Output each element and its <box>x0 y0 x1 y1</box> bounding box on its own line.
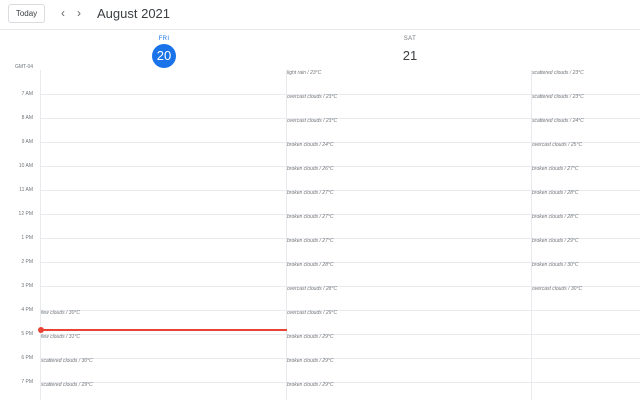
weather-event[interactable]: broken clouds / 29°C <box>287 358 333 364</box>
hour-label: 2 PM <box>21 259 33 265</box>
calendar-toolbar: Today ‹ › August 2021 <box>0 0 640 30</box>
weather-event[interactable]: broken clouds / 28°C <box>532 190 578 196</box>
column-divider <box>40 70 41 400</box>
weather-event[interactable]: broken clouds / 29°C <box>287 382 333 388</box>
weather-event[interactable]: broken clouds / 27°C <box>532 166 578 172</box>
toolbar-divider <box>0 29 640 30</box>
hour-label: 4 PM <box>21 307 33 313</box>
chevron-left-icon[interactable]: ‹ <box>55 5 71 21</box>
hour-label: 5 PM <box>21 331 33 337</box>
weather-event[interactable]: broken clouds / 24°C <box>287 142 333 148</box>
weather-event[interactable]: few clouds / 30°C <box>41 310 80 316</box>
weather-event[interactable]: broken clouds / 27°C <box>287 190 333 196</box>
hour-gridline <box>40 334 640 335</box>
hour-label: 6 PM <box>21 355 33 361</box>
weather-event[interactable]: scattered clouds / 24°C <box>532 118 584 124</box>
weather-event[interactable]: broken clouds / 30°C <box>532 262 578 268</box>
weather-event[interactable]: overcast clouds / 29°C <box>287 310 337 316</box>
day-header-fri: FRI 20 <box>41 36 287 68</box>
weather-event[interactable]: broken clouds / 28°C <box>532 214 578 220</box>
hour-label: 8 AM <box>21 115 33 121</box>
day-number-today[interactable]: 20 <box>152 44 176 68</box>
weather-event[interactable]: overcast clouds / 23°C <box>287 94 337 100</box>
weather-event[interactable]: broken clouds / 26°C <box>287 166 333 172</box>
weather-event[interactable]: light rain / 23°C <box>287 70 321 76</box>
hour-label: 3 PM <box>21 283 33 289</box>
hour-label: 11 AM <box>19 187 33 193</box>
hour-label: 1 PM <box>21 235 33 241</box>
weather-event[interactable]: broken clouds / 27°C <box>287 238 333 244</box>
weather-event[interactable]: few clouds / 31°C <box>41 334 80 340</box>
weather-event[interactable]: scattered clouds / 29°C <box>41 382 93 388</box>
hour-gridline <box>40 358 640 359</box>
month-title: August 2021 <box>97 6 171 21</box>
chevron-right-icon[interactable]: › <box>71 5 87 21</box>
weather-event[interactable]: broken clouds / 29°C <box>287 334 333 340</box>
hour-gridline <box>40 382 640 383</box>
hour-label: 9 AM <box>21 139 33 145</box>
weather-event[interactable]: overcast clouds / 25°C <box>532 142 582 148</box>
day-of-week-label: SAT <box>403 36 417 42</box>
current-time-line <box>41 329 287 331</box>
day-of-week-label: FRI <box>158 36 170 42</box>
hour-gridline <box>40 310 640 311</box>
day-number[interactable]: 21 <box>398 44 422 68</box>
weather-event[interactable]: scattered clouds / 23°C <box>532 70 584 76</box>
weather-event[interactable]: broken clouds / 29°C <box>532 238 578 244</box>
weather-event[interactable]: scattered clouds / 30°C <box>41 358 93 364</box>
weather-event[interactable]: overcast clouds / 30°C <box>532 286 582 292</box>
today-button[interactable]: Today <box>8 4 45 23</box>
weather-event[interactable]: scattered clouds / 23°C <box>532 94 584 100</box>
time-grid[interactable]: 7 AM 8 AM 9 AM 10 AM 11 AM 12 PM 1 PM 2 PM 3 PM 4… <box>0 70 640 400</box>
hour-label: 10 AM <box>18 163 33 169</box>
hour-label: 12 PM <box>18 211 33 217</box>
day-header-sat: SAT 21 <box>287 36 533 68</box>
hour-label: 7 AM <box>21 91 33 97</box>
weather-event[interactable]: overcast clouds / 28°C <box>287 286 337 292</box>
weather-event[interactable]: broken clouds / 27°C <box>287 214 333 220</box>
weather-event[interactable]: broken clouds / 28°C <box>287 262 333 268</box>
hour-label: 7 PM <box>21 379 33 385</box>
weather-event[interactable]: overcast clouds / 23°C <box>287 118 337 124</box>
